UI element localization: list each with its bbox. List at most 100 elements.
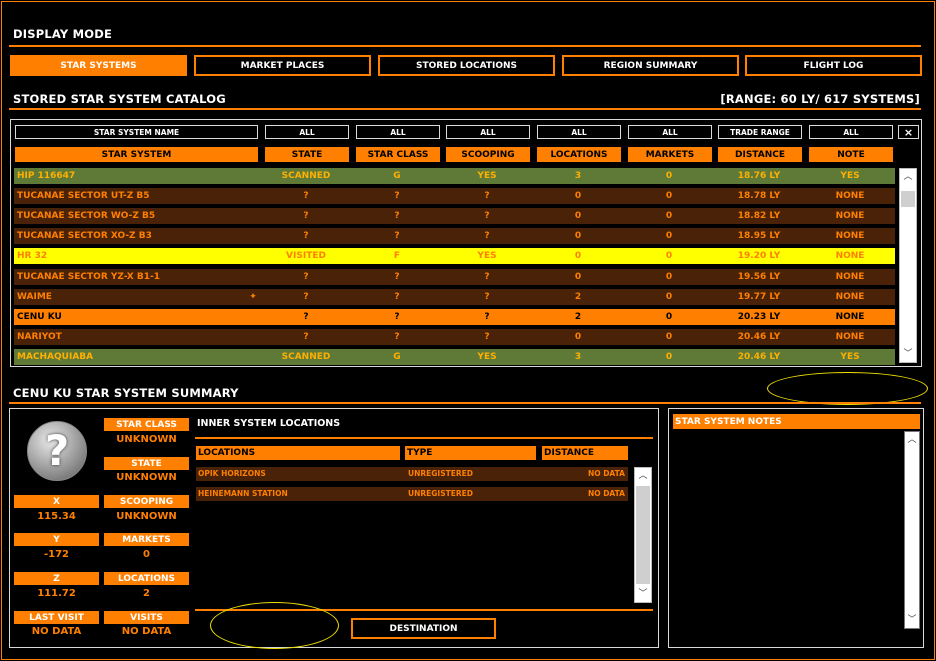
- row-locations: 0: [574, 231, 582, 242]
- destination-button[interactable]: DESTINATION: [351, 618, 496, 639]
- filter-markets[interactable]: ALL: [628, 125, 712, 139]
- favorite-icon: [248, 188, 258, 204]
- mode-button-star-systems[interactable]: STAR SYSTEMS: [10, 55, 187, 76]
- row-distance: 18.95 LY: [737, 231, 781, 242]
- row-star-class: ?: [394, 291, 400, 302]
- inner-location-distance: NO DATA: [587, 489, 625, 498]
- inner-col-distance[interactable]: DISTANCE: [542, 446, 628, 460]
- star-class-value: UNKNOWN: [116, 434, 177, 445]
- notes-textarea[interactable]: [673, 431, 903, 629]
- divider: [9, 402, 921, 404]
- notes-scrollbar[interactable]: ︿ ﹀: [904, 431, 920, 629]
- mode-button-stored-locations[interactable]: STORED LOCATIONS: [378, 55, 555, 76]
- row-scooping: ?: [484, 311, 490, 322]
- scroll-down-icon[interactable]: ﹀: [635, 587, 651, 601]
- row-scooping: YES: [477, 171, 497, 181]
- scroll-up-icon[interactable]: ︿: [635, 469, 651, 483]
- table-row[interactable]: NARIYOT??? 0 0 20.46 LY NONE: [14, 328, 895, 345]
- row-locations: 2: [574, 291, 582, 302]
- row-markets: 0: [665, 311, 673, 322]
- row-note: NONE: [835, 271, 865, 282]
- row-distance: 19.77 LY: [737, 291, 781, 302]
- inner-col-locations[interactable]: LOCATIONS: [196, 446, 400, 460]
- inner-location-row[interactable]: HEINEMANN STATION UNREGISTERED NO DATA: [196, 487, 628, 501]
- col-header-note[interactable]: NOTE: [809, 147, 893, 162]
- row-locations: 0: [574, 331, 582, 342]
- table-row[interactable]: TUCANAE SECTOR WO-Z B5??? 0 0 18.82 LY NONE: [14, 208, 895, 225]
- catalog-scrollbar[interactable]: ︿ ﹀: [899, 168, 917, 363]
- inner-location-type: UNREGISTERED: [408, 489, 473, 498]
- markets-label: MARKETS: [104, 533, 189, 546]
- col-header-distance[interactable]: DISTANCE: [718, 147, 802, 162]
- col-header-star-class[interactable]: STAR CLASS: [356, 147, 440, 162]
- table-row[interactable]: WAIME ✦??? 2 0 19.77 LY NONE: [14, 288, 895, 305]
- row-name: TUCANAE SECTOR XO-Z B3: [17, 231, 152, 242]
- row-scooping: ?: [484, 291, 490, 302]
- col-header-markets[interactable]: MARKETS: [628, 147, 712, 162]
- row-scooping: ?: [484, 271, 490, 282]
- annotation-ellipse: [210, 602, 339, 649]
- visits-value: NO DATA: [121, 626, 172, 637]
- scroll-up-icon[interactable]: ︿: [900, 170, 916, 184]
- scrollbar-thumb[interactable]: [901, 191, 915, 207]
- filter-scooping[interactable]: ALL: [446, 125, 530, 139]
- summary-heading: CENU KU STAR SYSTEM SUMMARY: [13, 386, 239, 400]
- filter-locations[interactable]: ALL: [537, 125, 621, 139]
- mode-button-flight-log[interactable]: FLIGHT LOG: [745, 55, 922, 76]
- row-scooping: YES: [477, 251, 497, 262]
- row-locations: 3: [574, 351, 582, 362]
- table-row[interactable]: HR 32 VISITED F YES 0 0 19.20 LY NONE: [14, 248, 895, 265]
- unknown-system-icon: ?: [27, 421, 87, 481]
- row-scooping: YES: [477, 351, 497, 362]
- mode-button-market-places[interactable]: MARKET PLACES: [194, 55, 371, 76]
- filter-note[interactable]: ALL: [809, 125, 893, 139]
- display-mode-heading: DISPLAY MODE: [13, 27, 113, 41]
- table-row[interactable]: TUCANAE SECTOR YZ-X B1-1??? 0 0 19.56 LY NON…: [14, 268, 895, 285]
- row-markets: 0: [665, 331, 673, 342]
- filter-star-class[interactable]: ALL: [356, 125, 440, 139]
- question-glyph: ?: [44, 426, 70, 475]
- row-name: TUCANAE SECTOR YZ-X B1-1: [17, 271, 160, 282]
- col-header-state[interactable]: STATE: [265, 147, 349, 162]
- table-row[interactable]: CENU KU??? 2 0 20.23 LY NONE: [14, 308, 895, 325]
- scroll-down-icon[interactable]: ﹀: [900, 347, 916, 361]
- annotation-ellipse: [767, 372, 928, 405]
- inner-col-type[interactable]: TYPE: [405, 446, 536, 460]
- state-label: STATE: [104, 457, 189, 470]
- col-header-star-system[interactable]: STAR SYSTEM: [15, 147, 258, 162]
- row-note: NONE: [835, 311, 865, 322]
- row-name: WAIME: [17, 291, 52, 302]
- scroll-up-icon[interactable]: ︿: [905, 433, 919, 447]
- state-value: UNKNOWN: [116, 472, 177, 483]
- row-name: TUCANAE SECTOR WO-Z B5: [17, 211, 156, 222]
- col-header-scooping[interactable]: SCOOPING: [446, 147, 530, 162]
- inner-locations-heading: INNER SYSTEM LOCATIONS: [197, 418, 341, 429]
- row-star-class: ?: [394, 311, 400, 322]
- inner-location-row[interactable]: OPIK HORIZONS UNREGISTERED NO DATA: [196, 467, 628, 481]
- scrollbar-thumb[interactable]: [636, 486, 650, 584]
- mode-button-region-summary[interactable]: REGION SUMMARY: [562, 55, 739, 76]
- scroll-down-icon[interactable]: ﹀: [905, 613, 919, 627]
- favorite-icon: [248, 309, 258, 325]
- notes-heading: STAR SYSTEM NOTES: [673, 414, 920, 429]
- favorite-icon: [248, 168, 258, 184]
- row-locations: 3: [574, 171, 582, 181]
- row-name: HR 32: [17, 251, 48, 262]
- scooping-label: SCOOPING: [104, 495, 189, 508]
- clear-filters-icon[interactable]: ×: [898, 125, 919, 139]
- col-header-locations[interactable]: LOCATIONS: [537, 147, 621, 162]
- row-star-class: ?: [394, 331, 400, 342]
- filter-star-system-name[interactable]: STAR SYSTEM NAME: [15, 125, 258, 139]
- filter-trade-range[interactable]: TRADE RANGE: [718, 125, 802, 139]
- row-scooping: ?: [484, 191, 490, 202]
- inner-scrollbar[interactable]: ︿ ﹀: [634, 467, 652, 603]
- inner-location-type: UNREGISTERED: [408, 469, 473, 478]
- table-row[interactable]: TUCANAE SECTOR UT-Z B5??? 0 0 18.78 LY NONE: [14, 188, 895, 205]
- table-row[interactable]: MACHAQUIABA SCANNED G YES 3 0 20.46 LY YES: [14, 348, 895, 365]
- filter-state[interactable]: ALL: [265, 125, 349, 139]
- row-markets: 0: [665, 191, 673, 202]
- row-markets: 0: [665, 211, 673, 222]
- row-name: TUCANAE SECTOR UT-Z B5: [17, 191, 150, 202]
- table-row[interactable]: HIP 116647 SCANNED G YES 3 0 18.76 LY YES: [14, 168, 895, 184]
- table-row[interactable]: TUCANAE SECTOR XO-Z B3??? 0 0 18.95 LY NONE: [14, 228, 895, 245]
